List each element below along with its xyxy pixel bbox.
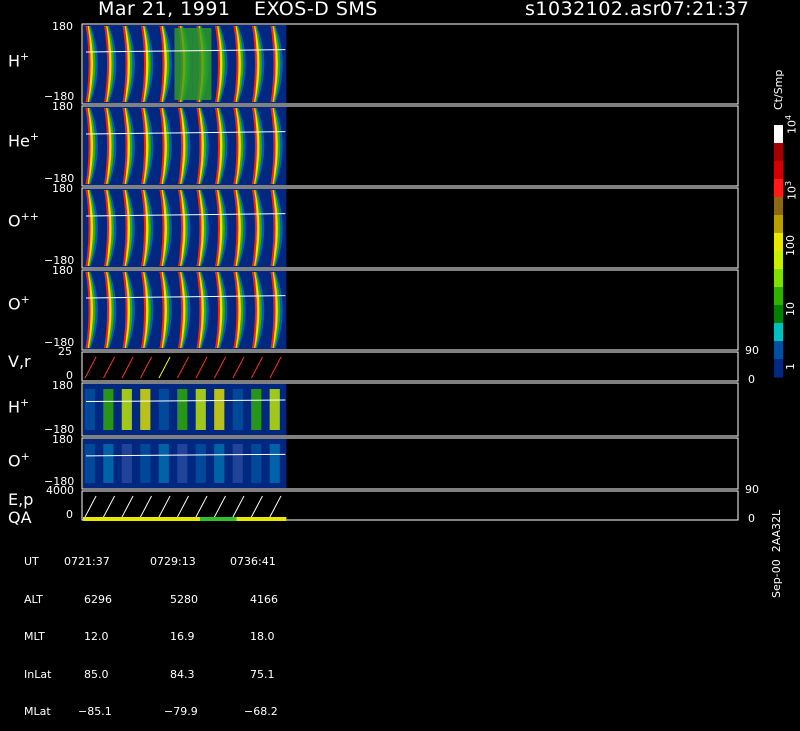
spectrogram-column [269, 444, 280, 483]
colorbar-swatch [774, 341, 783, 360]
panel-label-heplus: He+ [8, 130, 40, 151]
spectrogram-column [251, 389, 262, 430]
spectrogram-column [103, 444, 114, 483]
colorbar-swatch [774, 179, 783, 198]
spectrogram-column [103, 389, 114, 430]
colorbar-tick: 10 [784, 302, 797, 316]
panel-label-oplus-2: O+ [8, 450, 30, 471]
qa-bar-segment [199, 517, 237, 521]
table-row: InLat 85.0 84.3 75.1 [24, 667, 275, 681]
spectrogram-column [84, 444, 95, 483]
spectrogram-column [140, 389, 151, 430]
ytick-top: 180 [52, 379, 73, 392]
rtick-bottom: 0 [748, 512, 755, 525]
spectrogram-column [140, 444, 151, 483]
panel-frame [81, 490, 739, 521]
spectrogram-column [214, 444, 225, 483]
panel-label-oplusplus: O++ [8, 210, 40, 231]
side-version-text: Sep-00 2AA32L [770, 509, 783, 598]
panel-label-qa: QA [8, 508, 32, 527]
colorbar-tick: 1 [784, 363, 797, 370]
table-row: MLat −85.1 −79.9 −68.2 [24, 705, 278, 718]
rtick-top: 90 [745, 483, 759, 496]
colorbar-swatch [774, 287, 783, 306]
ytick-top: 180 [52, 100, 73, 113]
colorbar-tick: 103 [784, 180, 799, 200]
ytick-top: 25 [58, 345, 72, 358]
spectrogram-column [84, 389, 95, 430]
spectrogram-column [269, 389, 280, 430]
colorbar-swatch [774, 305, 783, 324]
colorbar-unit: Ct/Smp [772, 69, 785, 110]
panel-label-hplus-2: H+ [8, 396, 30, 417]
colorbar-swatch [774, 197, 783, 216]
panel-label-vr: V,r [8, 352, 31, 371]
spectrogram-plot [81, 23, 783, 521]
colorbar-swatch [774, 251, 783, 270]
header-file: s1032102.asr [525, 0, 661, 20]
colorbar-swatch [774, 161, 783, 180]
colorbar-swatch [774, 359, 783, 378]
spectrogram-column [232, 389, 243, 430]
colorbar-swatch [774, 233, 783, 252]
ytick-top: 4000 [46, 484, 74, 497]
ytick-top: 180 [52, 264, 73, 277]
spectrogram-column [177, 389, 188, 430]
panel-label-oplus: O+ [8, 293, 30, 314]
spectrogram-column [121, 444, 132, 483]
colorbar-swatch [774, 323, 783, 342]
table-row: MLT 12.0 16.9 18.0 [24, 630, 275, 643]
panel-label-ep: E,p [8, 490, 34, 509]
colorbar-swatch [774, 143, 783, 162]
panel-frame [81, 351, 739, 382]
qa-bar [83, 517, 287, 521]
colorbar-swatch [774, 269, 783, 288]
colorbar-tick: 104 [784, 114, 799, 134]
spectrogram-column [214, 389, 225, 430]
ytick-top: 180 [52, 182, 73, 195]
spectrogram-column [158, 389, 169, 430]
spectrogram-column [195, 444, 206, 483]
header-time: 07:21:37 [660, 0, 750, 20]
rtick-top: 90 [745, 344, 759, 357]
spectrogram-patch [174, 28, 193, 100]
spectrogram-column [232, 444, 243, 483]
ytick-bottom: 0 [66, 508, 73, 521]
spectrogram-patch [192, 28, 212, 100]
spectrogram-column [177, 444, 188, 483]
header-instrument: EXOS-D SMS [254, 0, 378, 20]
ytick-top: 180 [52, 20, 73, 33]
spectrogram-column [121, 389, 132, 430]
spectrogram-column [195, 389, 206, 430]
colorbar-swatch [774, 215, 783, 234]
ytick-top: 180 [52, 433, 73, 446]
rtick-bottom: 0 [748, 373, 755, 386]
header-date: Mar 21, 1991 [98, 0, 231, 20]
table-row: UT 0721:37 0729:13 0736:41 [24, 555, 276, 568]
panel-label-hplus: H+ [8, 50, 30, 71]
spectrogram-column [251, 444, 262, 483]
colorbar-swatch [774, 125, 783, 144]
spectrogram-column [158, 444, 169, 483]
footer-table: UT 0721:37 0729:13 0736:41 ALT 6296 5280 4166 … [24, 531, 278, 731]
colorbar-tick: 100 [784, 235, 797, 256]
